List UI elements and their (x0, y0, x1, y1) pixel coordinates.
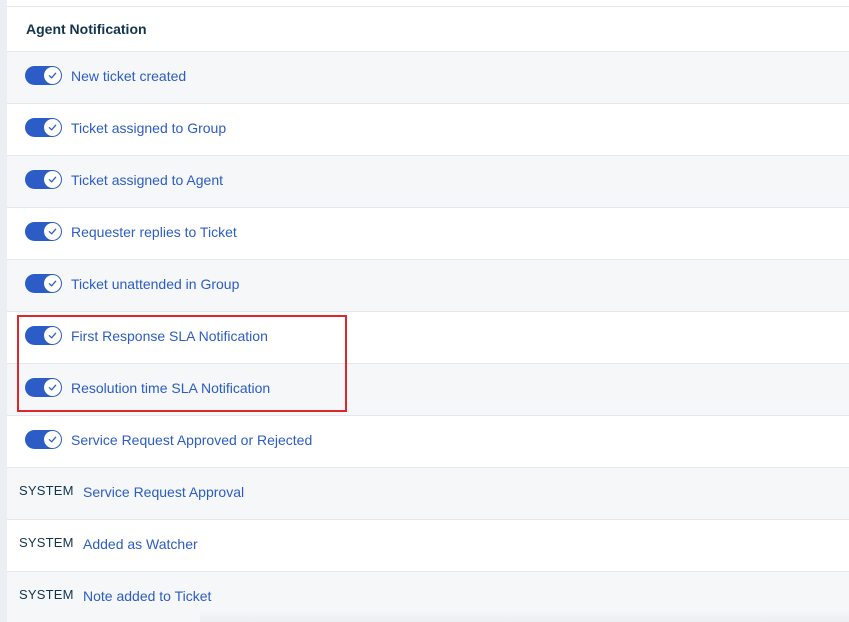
notification-link[interactable]: Ticket assigned to Agent (71, 172, 223, 188)
notification-link[interactable]: Requester replies to Ticket (71, 224, 237, 240)
system-tag: SYSTEM (19, 483, 74, 498)
toggle-switch[interactable] (25, 170, 62, 189)
toggle-knob (44, 275, 61, 292)
notification-link[interactable]: Ticket assigned to Group (71, 120, 226, 136)
notification-link[interactable]: New ticket created (71, 68, 186, 84)
highlight-annotation (17, 315, 347, 412)
notification-link[interactable]: Note added to Ticket (83, 588, 211, 604)
notification-row[interactable]: Ticket assigned to Group (7, 104, 849, 156)
toggle-switch[interactable] (25, 222, 62, 241)
check-icon (48, 280, 57, 287)
toggle-knob (44, 119, 61, 136)
check-icon (48, 72, 57, 79)
notification-row[interactable]: Service Request Approved or Rejected (7, 416, 849, 468)
notification-row[interactable]: Ticket unattended in Group (7, 260, 849, 312)
toggle-switch[interactable] (25, 66, 62, 85)
notification-link[interactable]: Service Request Approved or Rejected (71, 432, 312, 448)
toggle-switch[interactable] (25, 118, 62, 137)
notification-link[interactable]: Added as Watcher (83, 536, 198, 552)
notification-row[interactable]: Ticket assigned to Agent (7, 156, 849, 208)
system-notification-row[interactable]: SYSTEM Added as Watcher (7, 520, 849, 572)
notification-row[interactable]: New ticket created (7, 52, 849, 104)
notification-row[interactable]: Requester replies to Ticket (7, 208, 849, 260)
check-icon (48, 436, 57, 443)
check-icon (48, 176, 57, 183)
toggle-knob (44, 67, 61, 84)
toggle-switch[interactable] (25, 274, 62, 293)
notification-link[interactable]: Service Request Approval (83, 484, 244, 500)
left-rail (0, 0, 7, 622)
toggle-knob (44, 431, 61, 448)
notification-settings-page: Agent Notification New ticket created Ti… (0, 0, 849, 622)
notification-link[interactable]: Ticket unattended in Group (71, 276, 239, 292)
toggle-knob (44, 223, 61, 240)
check-icon (48, 228, 57, 235)
toggle-knob (44, 171, 61, 188)
toggle-switch[interactable] (25, 430, 62, 449)
section-title: Agent Notification (26, 21, 147, 37)
bottom-fade (200, 610, 849, 622)
system-tag: SYSTEM (19, 535, 74, 550)
system-tag: SYSTEM (19, 587, 74, 602)
system-notification-row[interactable]: SYSTEM Service Request Approval (7, 468, 849, 520)
section-header: Agent Notification (7, 7, 849, 52)
check-icon (48, 124, 57, 131)
